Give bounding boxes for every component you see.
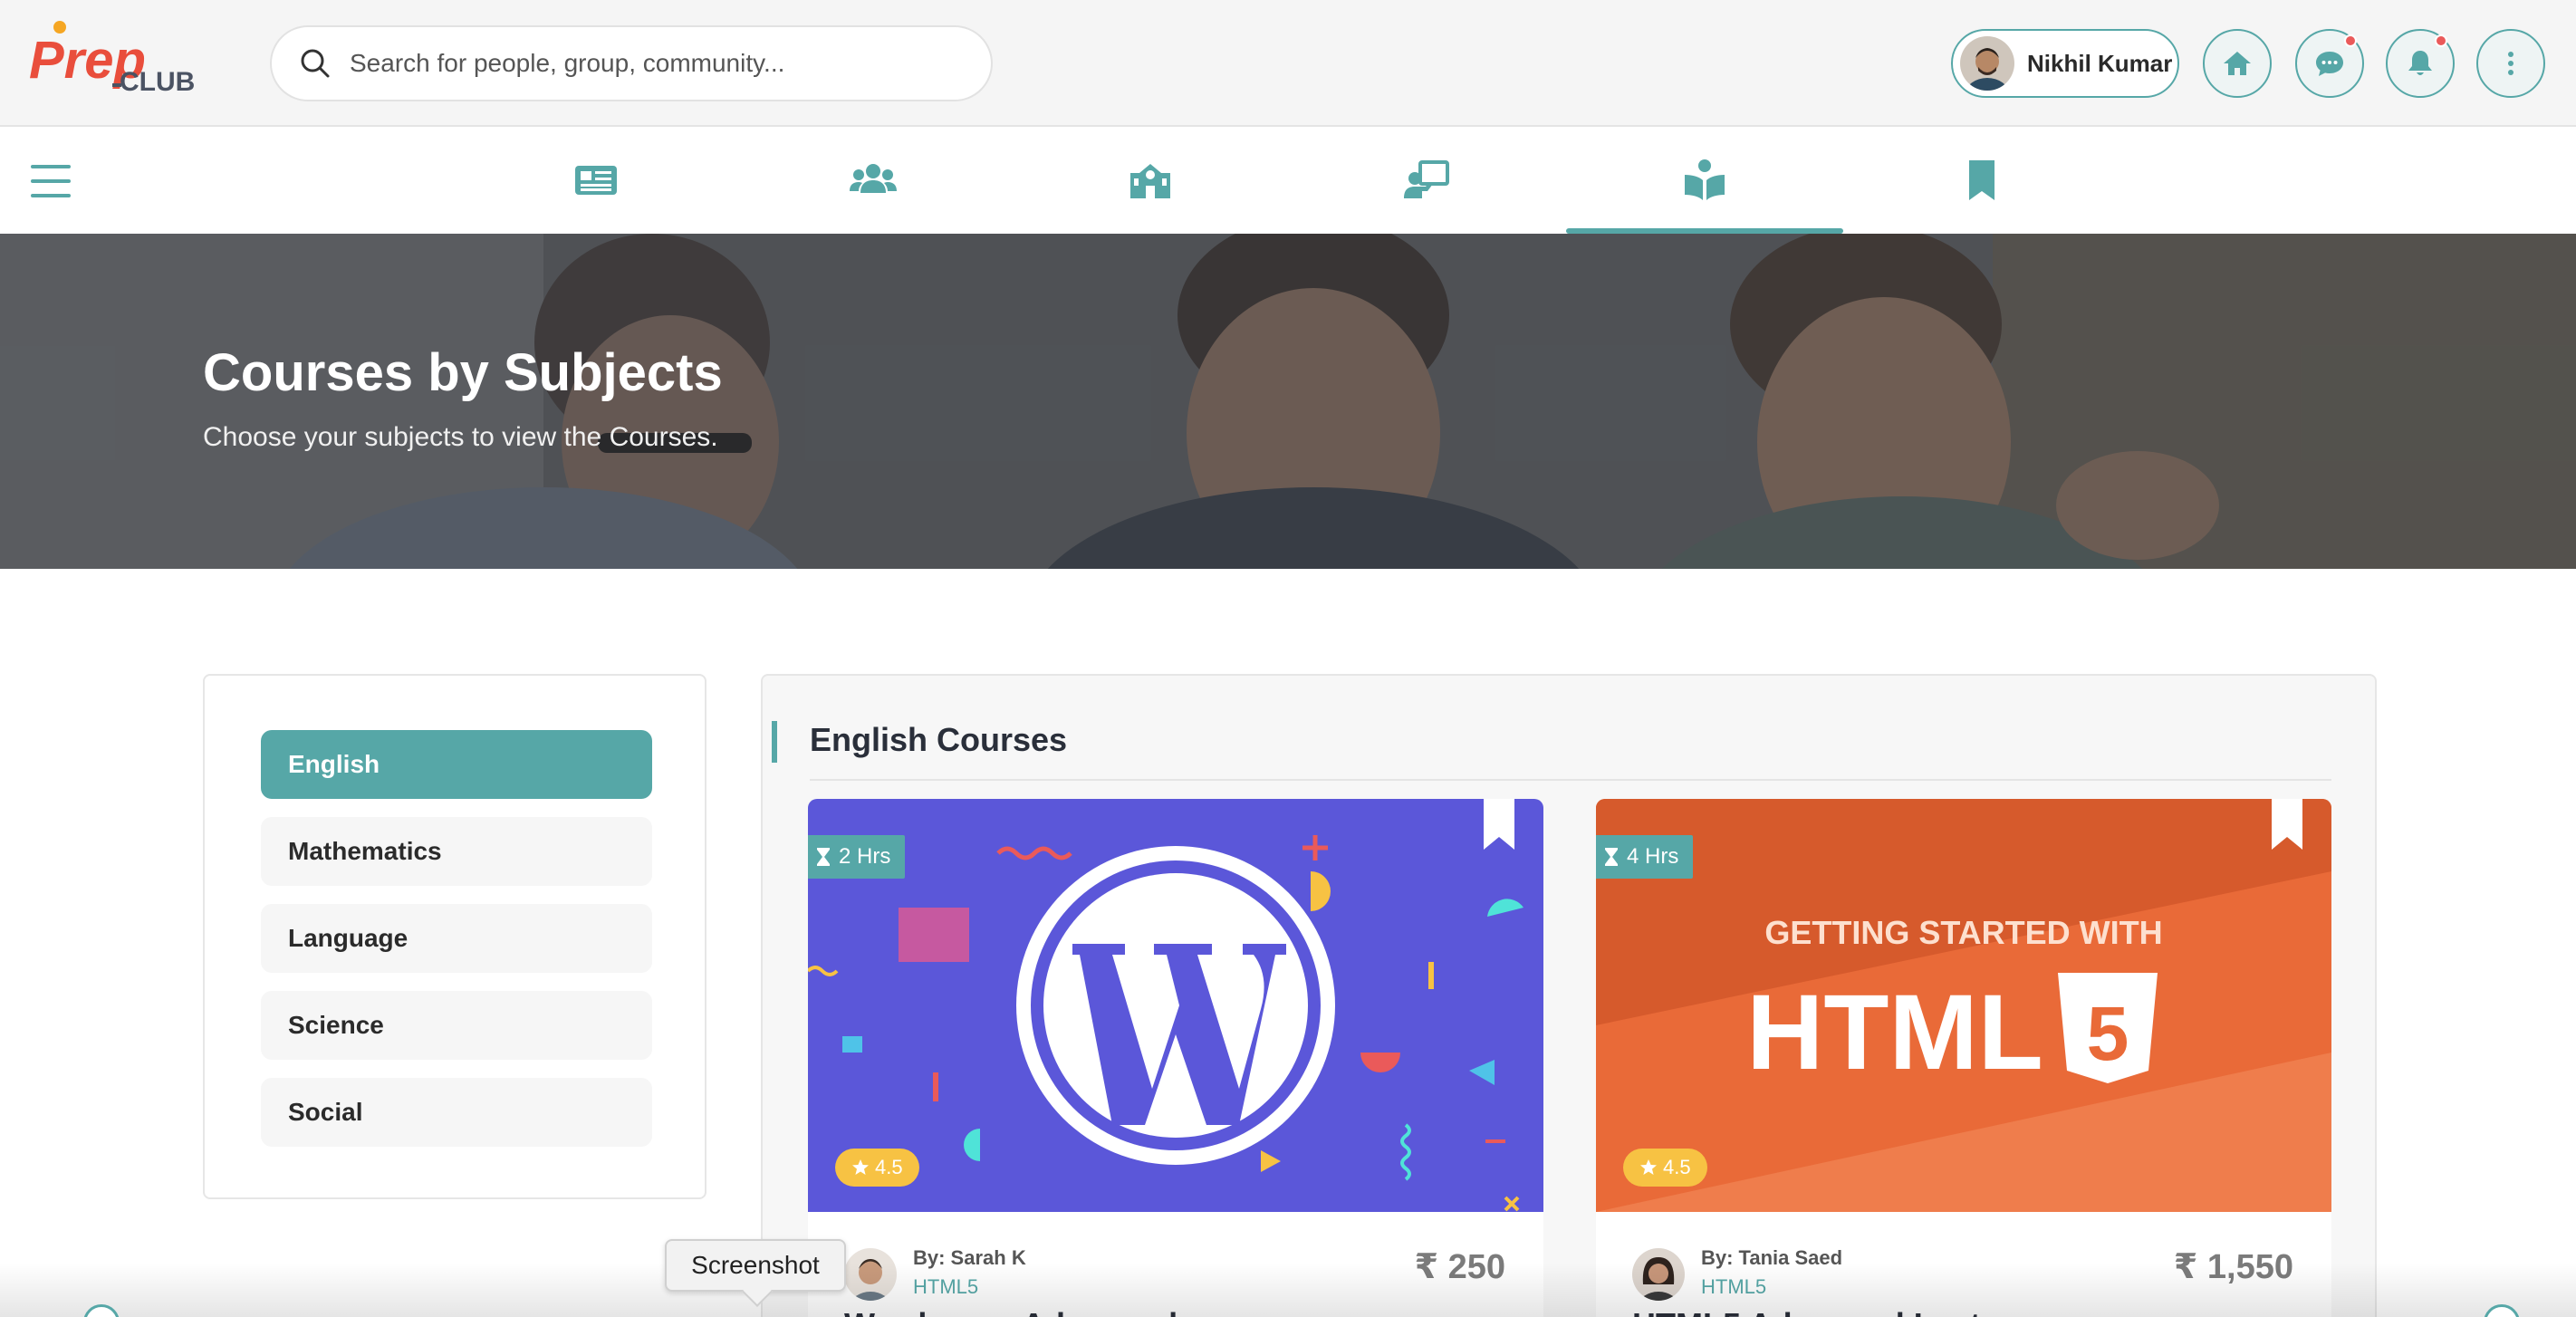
logo-mark: Prep CLUB (29, 21, 195, 97)
tab-saved[interactable] (1843, 127, 2120, 234)
tab-classroom[interactable] (1289, 127, 1566, 234)
teacher-icon (1404, 160, 1449, 198)
duration-badge: 4 Hrs (1596, 835, 1694, 879)
rating-value: 4.5 (1663, 1156, 1691, 1178)
subjects-sidebar: English Mathematics Language Science Soc… (203, 674, 706, 1199)
bell-icon (2408, 51, 2432, 75)
thumbnail-heading: HTML (1746, 973, 2043, 1092)
bookmark-ribbon-icon[interactable] (1484, 799, 1514, 850)
subject-language[interactable]: Language (261, 904, 652, 973)
chat-icon (2316, 52, 2343, 76)
users-icon (850, 164, 897, 193)
duration-badge: 2 Hrs (808, 835, 906, 879)
course-card[interactable]: GETTING STARTED WITH HTML 5 4 Hrs 4.5 By… (1596, 799, 2331, 1317)
thumbnail-badge-text: 5 (2087, 991, 2129, 1076)
user-profile-chip[interactable]: Nikhil Kumar (1951, 29, 2179, 98)
user-avatar (1960, 36, 2014, 91)
notifications-button[interactable] (2386, 29, 2455, 98)
section-divider (810, 779, 2331, 781)
more-vertical-icon (2508, 52, 2514, 75)
duration-text: 4 Hrs (1627, 844, 1679, 869)
tab-schools[interactable] (1012, 127, 1289, 234)
author-avatar (844, 1248, 897, 1301)
courses-section-title: English Courses (810, 721, 1068, 758)
school-icon (1130, 164, 1170, 198)
home-icon (2224, 52, 2251, 75)
bookmark-ribbon-icon[interactable] (2272, 799, 2302, 850)
bookmark-icon (1969, 160, 1994, 200)
menu-toggle-icon[interactable] (31, 165, 71, 197)
duration-text: 2 Hrs (839, 844, 891, 869)
star-icon (1640, 1159, 1657, 1175)
notifications-badge (2435, 34, 2447, 47)
thumbnail-caption: GETTING STARTED WITH (1764, 914, 2162, 951)
scroll-left-button[interactable] (83, 1304, 120, 1317)
messages-button[interactable] (2295, 29, 2364, 98)
subject-mathematics[interactable]: Mathematics (261, 817, 652, 886)
courses-panel: English Courses 2 Hrs 4.5 By: Sarah K HT… (761, 674, 2377, 1317)
search-icon (301, 49, 330, 78)
author-name: By: Sarah K (913, 1246, 1026, 1269)
course-title[interactable]: Wordpress Advanced (844, 1306, 1177, 1317)
screenshot-tooltip: Screenshot (665, 1239, 846, 1292)
subject-english[interactable]: English (261, 730, 652, 799)
prep-club-logo[interactable]: Prep CLUB (29, 20, 210, 101)
rating-value: 4.5 (875, 1156, 903, 1178)
course-card[interactable]: 2 Hrs 4.5 By: Sarah K HTML5 ₹ 250 Wordpr… (808, 799, 1543, 1317)
top-header: Prep CLUB Nikhil Kumar (0, 0, 2576, 127)
tab-news-feed[interactable] (457, 127, 735, 234)
home-button[interactable] (2203, 29, 2272, 98)
course-tag[interactable]: HTML5 (913, 1275, 978, 1299)
subject-social[interactable]: Social (261, 1078, 652, 1147)
course-title[interactable]: HTML5 Advanced Lectures (1632, 1306, 2050, 1317)
course-price: ₹ 250 (1414, 1248, 1505, 1286)
scroll-right-button[interactable] (2484, 1304, 2520, 1317)
book-reader-icon (1685, 159, 1725, 200)
section-accent-bar (772, 721, 777, 763)
course-thumbnail-wordpress (808, 799, 1543, 1212)
user-name: Nikhil Kumar (2027, 49, 2173, 77)
hero-banner: Courses by Subjects Choose your subjects… (0, 234, 2576, 569)
course-thumbnail-html5: GETTING STARTED WITH HTML 5 (1596, 799, 2331, 1212)
search-bar[interactable] (270, 25, 993, 101)
subject-science[interactable]: Science (261, 991, 652, 1060)
author-avatar (1632, 1248, 1685, 1301)
main-navigation (0, 127, 2576, 234)
author-name: By: Tania Saed (1701, 1246, 1843, 1269)
hourglass-icon (817, 848, 830, 866)
rating-badge: 4.5 (835, 1149, 919, 1187)
tab-groups[interactable] (735, 127, 1012, 234)
more-options-button[interactable] (2476, 29, 2545, 98)
hourglass-icon (1605, 848, 1618, 866)
rating-badge: 4.5 (1623, 1149, 1707, 1187)
star-icon (852, 1159, 869, 1175)
logo-text-sub: CLUB (120, 67, 195, 97)
search-input[interactable] (350, 49, 966, 78)
course-price: ₹ 1,550 (2173, 1248, 2293, 1286)
course-tag[interactable]: HTML5 (1701, 1275, 1766, 1299)
newspaper-icon (575, 166, 617, 195)
page-subtitle: Choose your subjects to view the Courses… (203, 422, 718, 452)
page-title: Courses by Subjects (203, 343, 723, 402)
messages-badge (2344, 34, 2357, 47)
tab-courses[interactable] (1566, 127, 1843, 234)
